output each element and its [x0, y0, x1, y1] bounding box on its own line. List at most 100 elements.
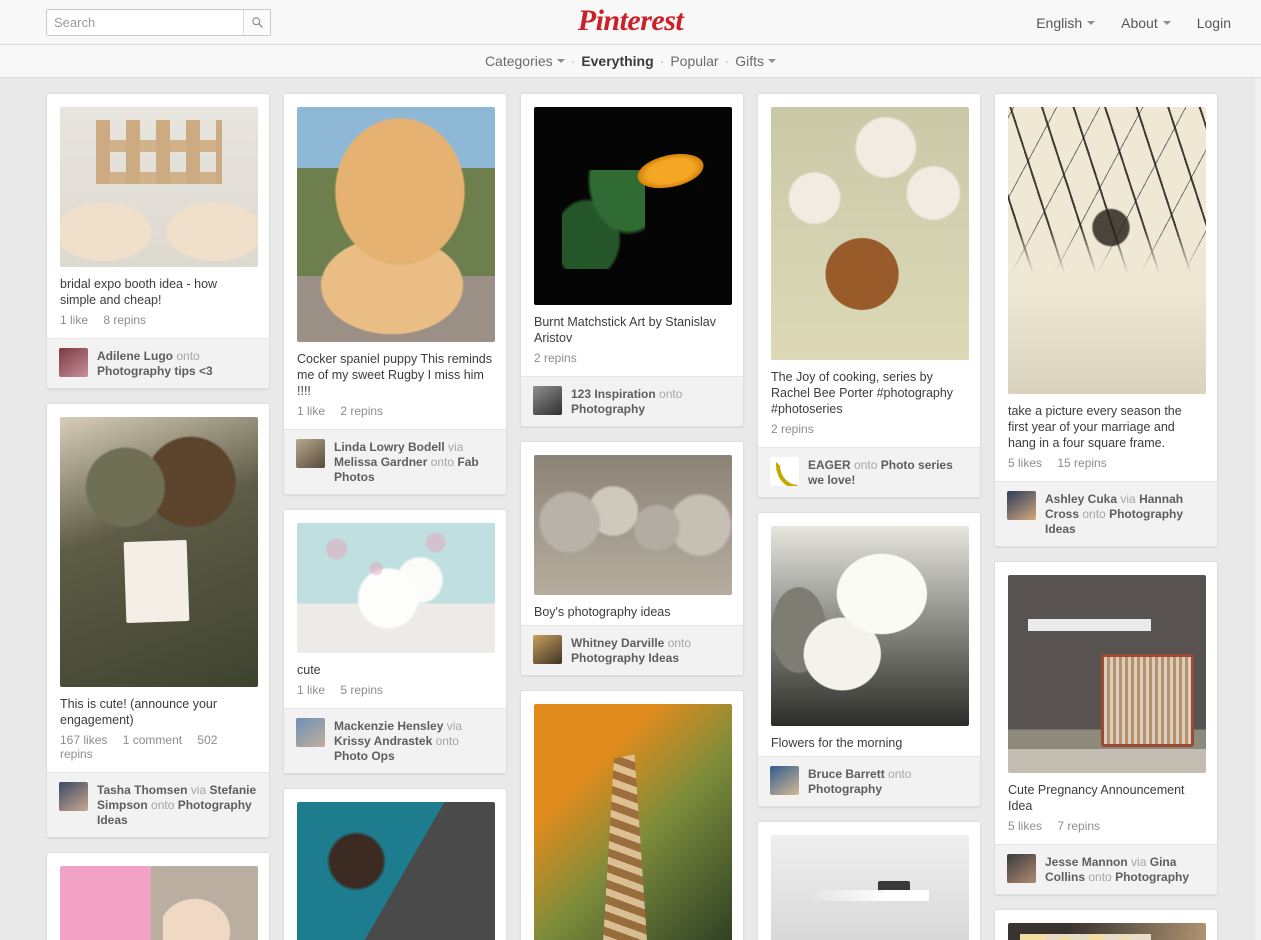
pin-repins: 5 repins: [340, 683, 384, 697]
pin-card[interactable]: bridal expo booth idea - how simple and …: [46, 93, 270, 389]
avatar[interactable]: [770, 457, 799, 486]
pin-card[interactable]: [757, 821, 981, 940]
pin-card[interactable]: cute 1 like 5 repins Mackenzie Hensley v…: [283, 509, 507, 774]
subnav-everything-label: Everything: [581, 53, 654, 69]
pin-title: Boy's photography ideas: [534, 605, 671, 619]
nav-login[interactable]: Login: [1197, 15, 1231, 31]
attr-board[interactable]: Photo Ops: [334, 749, 395, 763]
pin-image-pregnancy-announcement[interactable]: [1008, 575, 1206, 773]
avatar[interactable]: [1007, 491, 1036, 520]
pin-image-flowers[interactable]: [771, 526, 969, 726]
pin-card[interactable]: Burnt Matchstick Art by Stanislav Aristo…: [520, 93, 744, 427]
pin-image-wrapper[interactable]: [521, 442, 743, 604]
pin-image-wrapper[interactable]: [521, 94, 743, 314]
pin-image-bridal-booth[interactable]: [60, 107, 258, 267]
avatar[interactable]: [1007, 854, 1036, 883]
nav-about[interactable]: About: [1121, 15, 1171, 31]
pin-image-cocker-spaniel[interactable]: [297, 107, 495, 342]
pin-image-wrapper[interactable]: [284, 789, 506, 940]
subnav-item-popular[interactable]: Popular: [670, 53, 718, 69]
avatar[interactable]: [770, 766, 799, 795]
attr-board[interactable]: Photography: [808, 782, 882, 796]
pin-column: bridal expo booth idea - how simple and …: [46, 93, 270, 940]
pin-card[interactable]: This is cute! (announce your engagement)…: [46, 403, 270, 838]
attr-user[interactable]: Adilene Lugo: [97, 349, 173, 363]
pin-card[interactable]: Cocker spaniel puppy This reminds me of …: [283, 93, 507, 495]
nav-login-label: Login: [1196, 14, 1231, 31]
pin-image-matchstick-art[interactable]: [534, 107, 732, 305]
attr-user[interactable]: Whitney Darville: [571, 636, 664, 650]
attr-board[interactable]: Photography tips <3: [97, 364, 213, 378]
attr-board[interactable]: Photography Ideas: [571, 651, 679, 665]
pin-image-engagement-hug[interactable]: [60, 417, 258, 687]
avatar[interactable]: [533, 635, 562, 664]
pin-image-wrapper[interactable]: [284, 94, 506, 351]
attr-user[interactable]: 123 Inspiration: [571, 387, 656, 401]
pin-card[interactable]: Cute Pregnancy Announcement Idea 5 likes…: [994, 561, 1218, 895]
pin-card[interactable]: The Joy of cooking, series by Rachel Bee…: [757, 93, 981, 498]
pin-likes: 1 like: [297, 683, 326, 697]
pin-image-wrapper[interactable]: [47, 404, 269, 696]
pin-image-wrapper[interactable]: [521, 691, 743, 940]
avatar[interactable]: [59, 782, 88, 811]
pin-image-wrapper[interactable]: [995, 910, 1217, 940]
pin-card[interactable]: Flowers for the morning Bruce Barrett on…: [757, 512, 981, 807]
attr-via-user[interactable]: Melissa Gardner: [334, 455, 427, 469]
pin-image-muddy-boys[interactable]: [534, 455, 732, 595]
pin-card[interactable]: [994, 909, 1218, 940]
attr-verb: onto: [1082, 507, 1106, 521]
attribution-text: Ashley Cuka via Hannah Cross onto Photog…: [1045, 491, 1205, 537]
pin-image-seasonal-couple[interactable]: [1008, 107, 1206, 394]
nav-language-label: English: [1036, 14, 1083, 31]
attr-user[interactable]: Linda Lowry Bodell: [334, 440, 445, 454]
pin-image-wrapper[interactable]: [47, 853, 269, 940]
subnav-item-everything[interactable]: Everything: [581, 53, 653, 69]
pin-card[interactable]: take a picture every season the first ye…: [994, 93, 1218, 547]
pin-image-wrapper[interactable]: [758, 513, 980, 735]
attr-user[interactable]: Bruce Barrett: [808, 767, 885, 781]
top-header-bar: Pinterest English About Login: [0, 0, 1261, 45]
pin-image-wrapper[interactable]: [758, 94, 980, 369]
pin-card[interactable]: [46, 852, 270, 940]
pin-image-wrapper[interactable]: [995, 94, 1217, 403]
pin-image-wrapper[interactable]: [47, 94, 269, 276]
chevron-down-icon: [556, 59, 565, 63]
pin-card[interactable]: [520, 690, 744, 940]
avatar[interactable]: [296, 718, 325, 747]
attr-via: via: [190, 783, 207, 797]
nav-language[interactable]: English: [1036, 14, 1096, 31]
pin-stats: 5 likes 15 repins: [995, 456, 1217, 481]
pin-image-wrapper[interactable]: [995, 562, 1217, 782]
avatar[interactable]: [533, 386, 562, 415]
avatar[interactable]: [59, 348, 88, 377]
page-scrollbar[interactable]: [1255, 78, 1261, 940]
pin-image-cute-babies[interactable]: [297, 523, 495, 653]
attr-via: via: [1120, 492, 1136, 506]
pin-image-biplane[interactable]: [771, 835, 969, 940]
pin-image-joy-of-cooking[interactable]: [771, 107, 969, 360]
attr-user[interactable]: Ashley Cuka: [1045, 492, 1117, 506]
pin-image-wrapper[interactable]: [758, 822, 980, 940]
pin-card[interactable]: [283, 788, 507, 940]
pin-attribution: Whitney Darville onto Photography Ideas: [521, 625, 743, 675]
pin-image-couple-portrait[interactable]: [297, 802, 495, 940]
subnav-item-categories[interactable]: Categories: [485, 53, 565, 69]
pin-column: Burnt Matchstick Art by Stanislav Aristo…: [520, 93, 744, 940]
avatar[interactable]: [296, 439, 325, 468]
pin-card[interactable]: Boy's photography ideas Whitney Darville…: [520, 441, 744, 676]
attribution-text: Bruce Barrett onto Photography: [808, 766, 968, 797]
subnav-item-gifts[interactable]: Gifts: [735, 53, 777, 69]
attr-user[interactable]: EAGER: [808, 458, 851, 472]
attr-via-user[interactable]: Krissy Andrastek: [334, 734, 432, 748]
pin-image-wrapper[interactable]: [284, 510, 506, 662]
pin-attribution: Mackenzie Hensley via Krissy Andrastek o…: [284, 708, 506, 773]
pin-image-newborn-guide[interactable]: [60, 866, 258, 940]
pin-image-giraffes[interactable]: [534, 704, 732, 940]
pin-attribution: 123 Inspiration onto Photography: [521, 376, 743, 426]
attr-user[interactable]: Tasha Thomsen: [97, 783, 187, 797]
attr-board[interactable]: Photography: [1115, 870, 1189, 884]
attr-user[interactable]: Mackenzie Hensley: [334, 719, 443, 733]
attr-board[interactable]: Photography: [571, 402, 645, 416]
pin-image-string-lights[interactable]: [1008, 923, 1206, 940]
attr-user[interactable]: Jesse Mannon: [1045, 855, 1128, 869]
